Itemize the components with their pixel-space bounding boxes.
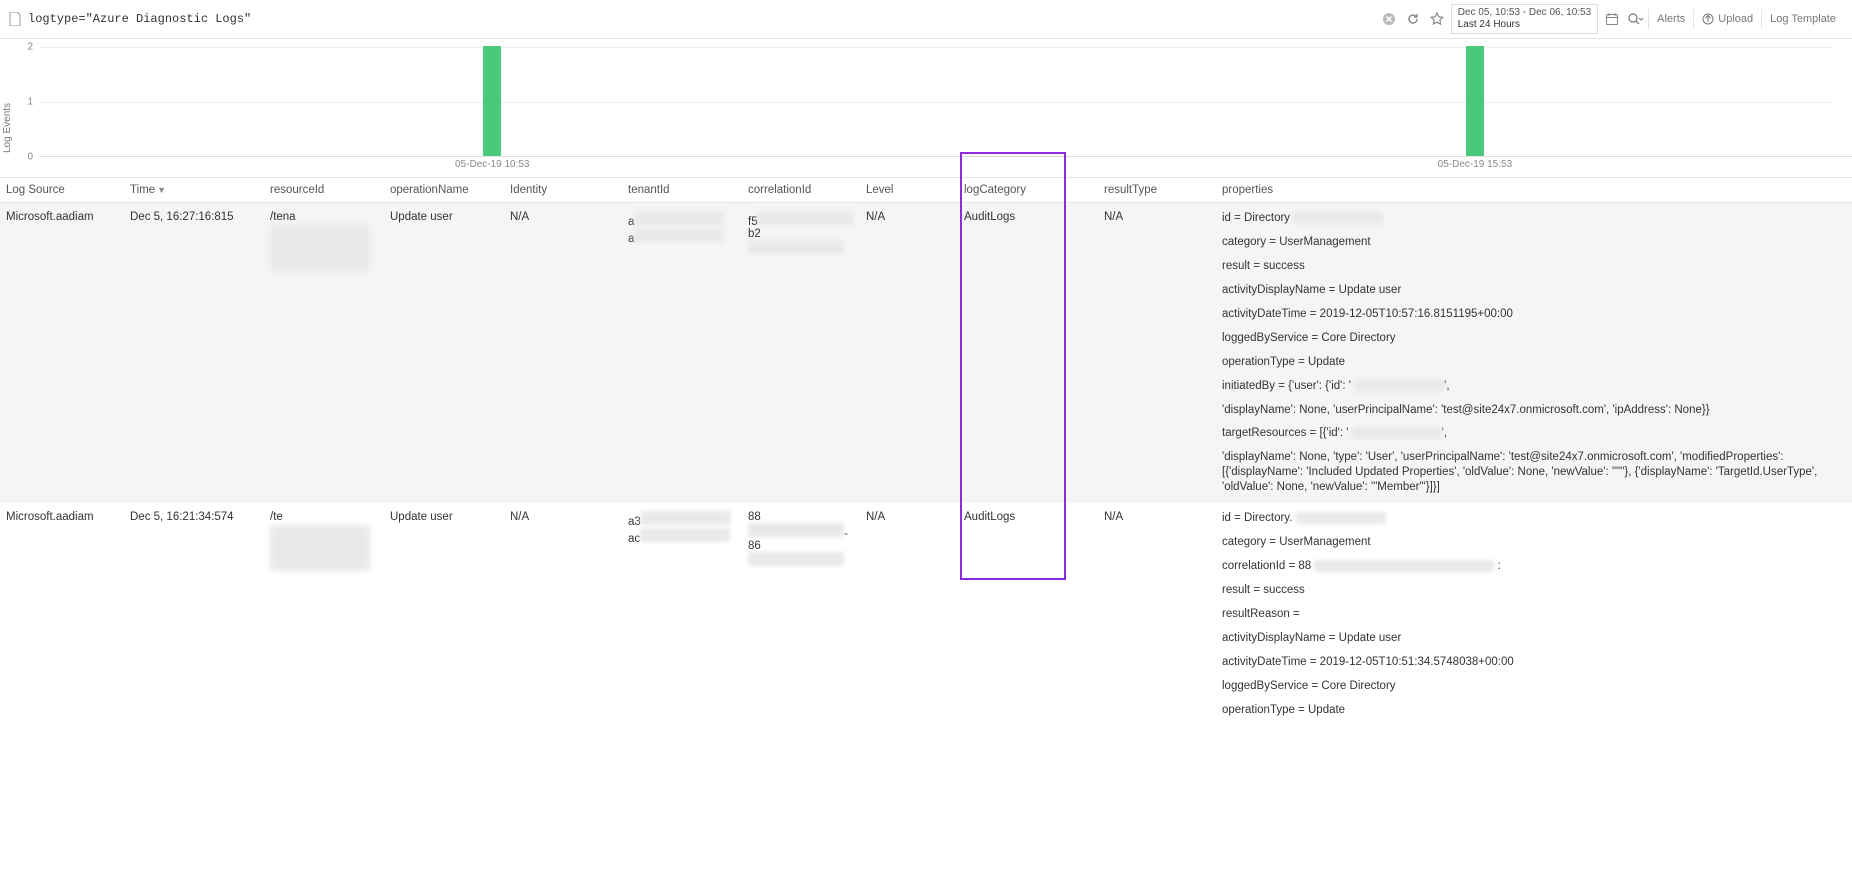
query-topbar: logtype="Azure Diagnostic Logs" Dec 05, … <box>0 0 1852 39</box>
upload-label: Upload <box>1718 13 1753 25</box>
table-row[interactable]: Microsoft.aadiamDec 5, 16:21:34:574/teUp… <box>0 503 1852 725</box>
chart-ytick: 1 <box>27 97 33 108</box>
col-result-type[interactable]: resultType <box>1098 184 1216 196</box>
table-cell-properties: id = Directory. category = UserManagemen… <box>1216 511 1852 717</box>
log-table: Log Source Time▼ resourceId operationNam… <box>0 177 1852 726</box>
col-log-source[interactable]: Log Source <box>0 184 124 196</box>
time-range-relative: Last 24 Hours <box>1458 19 1591 31</box>
star-icon[interactable] <box>1425 7 1449 31</box>
time-range-absolute: Dec 05, 10:53 - Dec 06, 10:53 <box>1458 7 1591 19</box>
table-cell: Microsoft.aadiam <box>0 511 124 717</box>
table-cell: /te <box>264 511 384 717</box>
property-line: category = UserManagement <box>1222 235 1846 250</box>
chart-ylabel: Log Events <box>0 47 17 173</box>
chart-plot-area[interactable] <box>39 47 1852 157</box>
property-line: result = success <box>1222 583 1846 598</box>
property-line: correlationId = 88 : <box>1222 559 1846 574</box>
alerts-button[interactable]: Alerts <box>1648 9 1693 29</box>
property-line: activityDisplayName = Update user <box>1222 283 1846 298</box>
query-text[interactable]: logtype="Azure Diagnostic Logs" <box>28 12 251 26</box>
table-cell: N/A <box>1098 511 1216 717</box>
property-line: id = Directory <box>1222 211 1846 226</box>
col-identity[interactable]: Identity <box>504 184 622 196</box>
clear-icon[interactable] <box>1377 7 1401 31</box>
calendar-icon[interactable] <box>1600 7 1624 31</box>
table-cell: AuditLogs <box>958 211 1098 495</box>
table-cell: Update user <box>384 211 504 495</box>
property-line: activityDateTime = 2019-12-05T10:57:16.8… <box>1222 307 1846 322</box>
col-level[interactable]: Level <box>860 184 958 196</box>
property-line: 'displayName': None, 'type': 'User', 'us… <box>1222 450 1846 495</box>
sort-desc-icon: ▼ <box>157 185 166 195</box>
log-template-button[interactable]: Log Template <box>1761 9 1844 29</box>
col-time-label: Time <box>130 184 155 196</box>
chart-ytick: 2 <box>27 42 33 53</box>
property-line: operationType = Update <box>1222 355 1846 370</box>
table-cell: Update user <box>384 511 504 717</box>
chart-bar[interactable] <box>1466 46 1484 156</box>
col-log-category[interactable]: logCategory <box>958 184 1098 196</box>
property-line: result = success <box>1222 259 1846 274</box>
table-cell: N/A <box>860 211 958 495</box>
property-line: loggedByService = Core Directory <box>1222 331 1846 346</box>
time-range-picker[interactable]: Dec 05, 10:53 - Dec 06, 10:53 Last 24 Ho… <box>1451 4 1598 34</box>
histogram-chart: Log Events 012 05-Dec-19 10:5305-Dec-19 … <box>0 39 1852 177</box>
col-correlation-id[interactable]: correlationId <box>742 184 860 196</box>
chart-bar[interactable] <box>483 46 501 156</box>
table-cell: AuditLogs <box>958 511 1098 717</box>
col-resource-id[interactable]: resourceId <box>264 184 384 196</box>
chart-xaxis: 05-Dec-19 10:53 05-Dec-19 15:53 <box>39 157 1852 173</box>
upload-icon <box>1702 13 1714 25</box>
col-properties[interactable]: properties <box>1216 184 1852 196</box>
table-cell: f5b2 <box>742 211 860 495</box>
upload-button[interactable]: Upload <box>1693 9 1761 29</box>
table-cell: N/A <box>1098 211 1216 495</box>
col-time[interactable]: Time▼ <box>124 184 264 196</box>
table-cell: N/A <box>504 511 622 717</box>
table-row[interactable]: Microsoft.aadiamDec 5, 16:27:16:815/tena… <box>0 203 1852 503</box>
search-dropdown-icon[interactable] <box>1624 7 1648 31</box>
property-line: resultReason = <box>1222 607 1846 622</box>
property-line: 'displayName': None, 'userPrincipalName'… <box>1222 403 1846 418</box>
topbar-right: Dec 05, 10:53 - Dec 06, 10:53 Last 24 Ho… <box>1377 4 1844 34</box>
refresh-icon[interactable] <box>1401 7 1425 31</box>
property-line: targetResources = [{'id': ' ', <box>1222 426 1846 441</box>
chart-yaxis: 012 <box>17 47 37 157</box>
col-operation-name[interactable]: operationName <box>384 184 504 196</box>
chart-xtick: 05-Dec-19 10:53 <box>455 159 530 170</box>
property-line: activityDisplayName = Update user <box>1222 631 1846 646</box>
chart-xtick: 05-Dec-19 15:53 <box>1438 159 1513 170</box>
table-cell: N/A <box>860 511 958 717</box>
document-icon <box>8 12 22 26</box>
table-cell: a3ac <box>622 511 742 717</box>
table-cell: N/A <box>504 211 622 495</box>
table-cell: Microsoft.aadiam <box>0 211 124 495</box>
table-cell-properties: id = Directory category = UserManagement… <box>1216 211 1852 495</box>
col-tenant-id[interactable]: tenantId <box>622 184 742 196</box>
property-line: id = Directory. <box>1222 511 1846 526</box>
table-cell: Dec 5, 16:21:34:574 <box>124 511 264 717</box>
property-line: activityDateTime = 2019-12-05T10:51:34.5… <box>1222 655 1846 670</box>
table-cell: Dec 5, 16:27:16:815 <box>124 211 264 495</box>
property-line: loggedByService = Core Directory <box>1222 679 1846 694</box>
table-cell: 88-86 <box>742 511 860 717</box>
property-line: category = UserManagement <box>1222 535 1846 550</box>
property-line: initiatedBy = {'user': {'id': ' ', <box>1222 379 1846 394</box>
property-line: operationType = Update <box>1222 703 1846 718</box>
table-header-row: Log Source Time▼ resourceId operationNam… <box>0 177 1852 203</box>
chart-ytick: 0 <box>27 152 33 163</box>
topbar-left: logtype="Azure Diagnostic Logs" <box>8 12 1377 26</box>
table-cell: aa <box>622 211 742 495</box>
table-cell: /tena <box>264 211 384 495</box>
